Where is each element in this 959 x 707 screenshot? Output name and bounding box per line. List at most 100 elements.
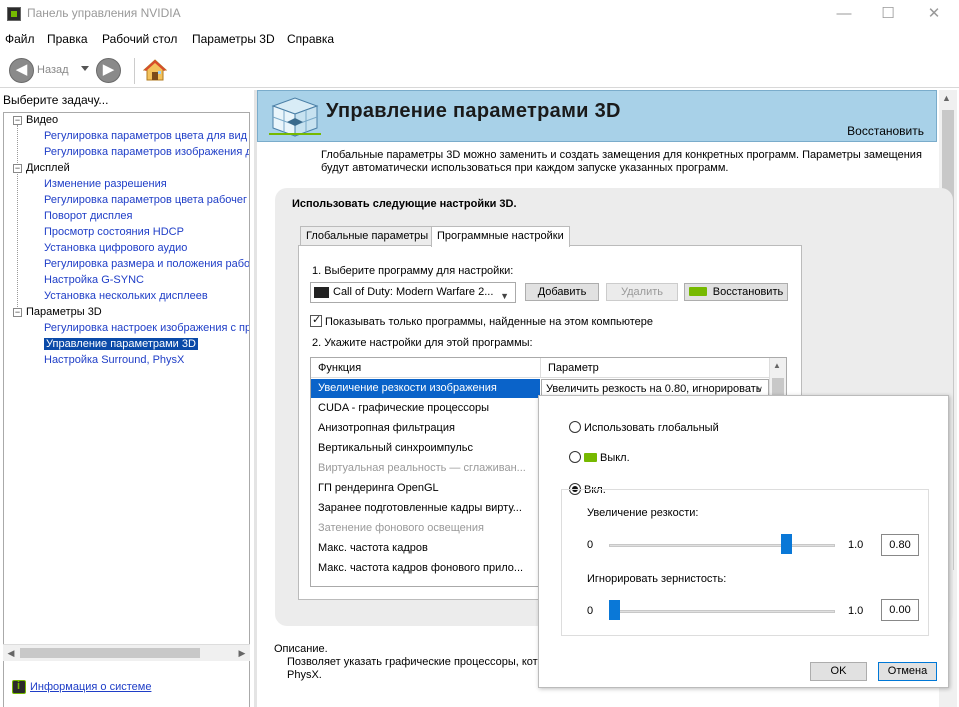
step2-label: 2. Укажите настройки для этой программы: — [312, 337, 533, 349]
grain-min-label: 0 — [587, 605, 594, 617]
sharpen-min-label: 0 — [587, 539, 594, 551]
function-name: Увеличение резкости изображения — [311, 379, 540, 398]
radio-icon[interactable] — [569, 421, 581, 433]
radio-use-global[interactable]: Использовать глобальный — [569, 421, 719, 434]
tree-item-label: Изменение разрешения — [44, 178, 167, 190]
tree-category-3d[interactable]: − Параметры 3D — [4, 305, 102, 321]
ignore-grain-label: Игнорировать зернистость: — [587, 573, 727, 585]
sharpen-slider-thumb[interactable] — [781, 534, 792, 554]
tree-item-desktop-color[interactable]: Регулировка параметров цвета рабочег — [4, 193, 247, 209]
tab-global-settings[interactable]: Глобальные параметры — [300, 226, 435, 246]
maximize-button[interactable]: ☐ — [865, 0, 911, 28]
tree-item-label: Поворот дисплея — [44, 210, 133, 222]
tree-item-label: Установка цифрового аудио — [44, 242, 188, 254]
minimize-button[interactable]: — — [821, 0, 867, 28]
tree-item-multiple-displays[interactable]: Установка нескольких дисплеев — [4, 289, 208, 305]
tree-item-rotate-display[interactable]: Поворот дисплея — [4, 209, 132, 225]
tree-item-image-preview[interactable]: Регулировка настроек изображения с пр — [4, 321, 250, 337]
settings-title: Использовать следующие настройки 3D. — [292, 198, 517, 210]
tree-item-hdcp-status[interactable]: Просмотр состояния HDCP — [4, 225, 184, 241]
tree-item-manage-3d[interactable]: Управление параметрами 3D — [4, 337, 198, 353]
tree-item-video-image[interactable]: Регулировка параметров изображения д — [4, 145, 249, 161]
menu-3d-settings[interactable]: Параметры 3D — [192, 32, 275, 46]
ok-button[interactable]: OK — [810, 662, 867, 681]
program-select-value: Call of Duty: Modern Warfare 2... — [333, 286, 494, 298]
sharpen-slider-track[interactable] — [609, 544, 835, 547]
radio-label: Выкл. — [600, 452, 630, 464]
info-icon — [12, 680, 26, 694]
scroll-up-icon[interactable]: ▲ — [773, 361, 781, 370]
back-arrow-icon[interactable]: ◀ — [9, 58, 34, 83]
3d-settings-logo-icon — [269, 97, 321, 137]
function-name: Заранее подготовленные кадры вирту... — [318, 502, 522, 514]
remove-program-button[interactable]: Удалить — [606, 283, 678, 301]
restore-program-label: Восстановить — [712, 286, 784, 298]
tab-program-settings[interactable]: Программные настройки — [431, 226, 570, 247]
system-info-label[interactable]: Информация о системе — [30, 681, 151, 693]
radio-icon[interactable] — [569, 451, 581, 463]
collapse-icon[interactable]: − — [13, 164, 22, 173]
sharpening-options-group: Увеличение резкости: 0 1.0 0.80 Игнориро… — [561, 489, 929, 636]
menu-bar: Файл Правка Рабочий стол Параметры 3D Сп… — [0, 30, 959, 48]
grid-header: Функция Параметр — [311, 358, 786, 378]
back-label[interactable]: Назад — [37, 64, 69, 76]
collapse-icon[interactable]: − — [13, 308, 22, 317]
tree-category-label: Видео — [26, 114, 59, 126]
tree-category-display[interactable]: − Дисплей — [4, 161, 70, 177]
history-dropdown-icon[interactable] — [81, 66, 89, 71]
title-bar: Панель управления NVIDIA — ☐ ✕ — [0, 0, 959, 28]
task-label: Выберите задачу... — [3, 93, 109, 107]
scroll-left-icon[interactable]: ◀ — [4, 646, 18, 660]
system-info-link[interactable]: Информация о системе — [12, 680, 151, 694]
show-only-found-checkbox[interactable]: Показывать только программы, найденные н… — [310, 313, 653, 328]
scrollbar-thumb[interactable] — [20, 648, 200, 658]
cancel-button[interactable]: Отмена — [878, 662, 937, 681]
intro-text: Глобальные параметры 3D можно заменить и… — [321, 149, 922, 174]
restore-defaults-link[interactable]: Восстановить — [847, 124, 924, 138]
tree-item-label: Регулировка настроек изображения с пр — [44, 322, 250, 334]
tree-item-label: Управление параметрами 3D — [44, 338, 198, 350]
description-section: Описание. Позволяет указать графические … — [274, 643, 538, 682]
tree-category-video[interactable]: − Видео — [4, 113, 58, 129]
collapse-icon[interactable]: − — [13, 116, 22, 125]
function-name: Виртуальная реальность — сглаживан... — [318, 462, 526, 474]
tree-horizontal-scrollbar[interactable]: ◀ ▶ — [3, 644, 250, 661]
menu-edit[interactable]: Правка — [47, 32, 88, 46]
radio-off[interactable]: Выкл. — [569, 451, 630, 464]
tree-item-label: Регулировка размера и положения рабо — [44, 258, 250, 270]
column-header-function[interactable]: Функция — [318, 362, 361, 374]
grain-value-field[interactable]: 0.00 — [881, 599, 919, 621]
scroll-right-icon[interactable]: ▶ — [235, 646, 249, 660]
tree-item-gsync[interactable]: Настройка G-SYNC — [4, 273, 144, 289]
add-program-button[interactable]: Добавить — [525, 283, 599, 301]
close-button[interactable]: ✕ — [911, 0, 957, 28]
grain-slider-thumb[interactable] — [609, 600, 620, 620]
tree-item-video-color[interactable]: Регулировка параметров цвета для вид — [4, 129, 247, 145]
sharpen-label: Увеличение резкости: — [587, 507, 699, 519]
tree-category-label: Дисплей — [26, 162, 70, 174]
menu-file[interactable]: Файл — [5, 32, 35, 46]
program-select[interactable]: Call of Duty: Modern Warfare 2... ▼ — [310, 282, 516, 303]
home-icon[interactable] — [143, 58, 167, 82]
menu-desktop[interactable]: Рабочий стол — [102, 32, 177, 46]
function-name: ГП рендеринга OpenGL — [318, 482, 439, 494]
tree-item-surround-physx[interactable]: Настройка Surround, PhysX — [4, 353, 184, 369]
menu-help[interactable]: Справка — [287, 32, 334, 46]
forward-arrow-icon[interactable]: ▶ — [96, 58, 121, 83]
tree-item-desktop-size[interactable]: Регулировка размера и положения рабо — [4, 257, 250, 273]
column-header-setting[interactable]: Параметр — [548, 362, 599, 374]
nvidia-logo-icon — [584, 453, 597, 462]
grain-slider-track[interactable] — [609, 610, 835, 613]
sharpen-max-label: 1.0 — [848, 539, 864, 551]
grain-max-label: 1.0 — [848, 605, 864, 617]
checkbox-checked-icon[interactable] — [310, 313, 322, 327]
restore-program-button[interactable]: Восстановить — [684, 283, 788, 301]
column-divider[interactable] — [540, 358, 541, 378]
game-icon — [314, 287, 329, 298]
tree-item-digital-audio[interactable]: Установка цифрового аудио — [4, 241, 187, 257]
chevron-down-icon: ▼ — [500, 291, 509, 301]
sharpen-value-field[interactable]: 0.80 — [881, 534, 919, 556]
tree-item-change-resolution[interactable]: Изменение разрешения — [4, 177, 167, 193]
function-name: Макс. частота кадров — [318, 542, 428, 554]
scroll-up-icon[interactable]: ▲ — [942, 93, 951, 103]
